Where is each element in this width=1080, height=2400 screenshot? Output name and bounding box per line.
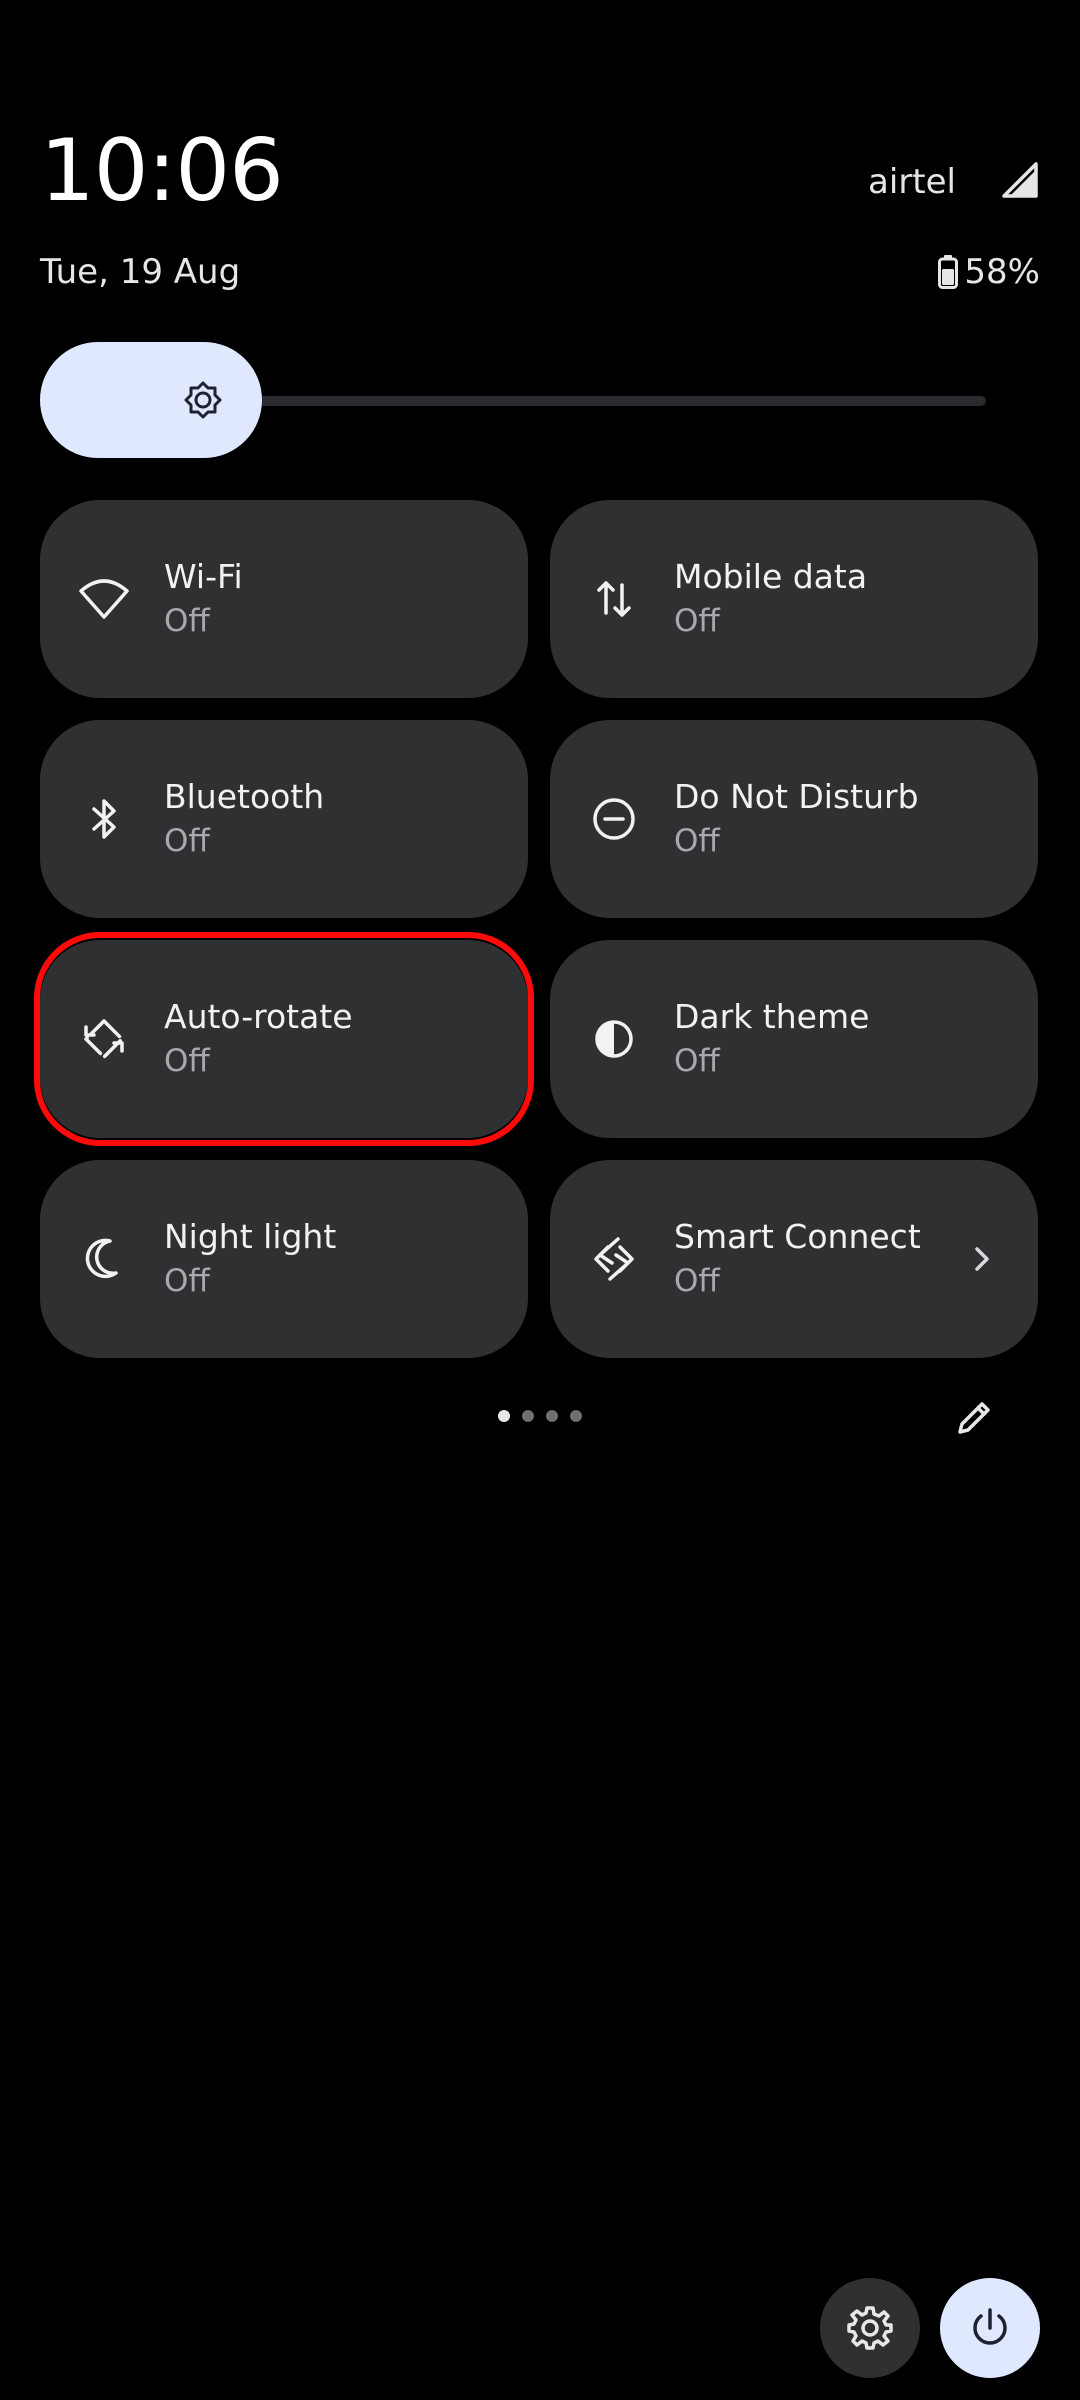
tile-label: Dark theme bbox=[674, 997, 870, 1036]
tile-label: Mobile data bbox=[674, 557, 868, 596]
page-dot bbox=[522, 1410, 534, 1422]
power-button[interactable] bbox=[940, 2278, 1040, 2378]
tile-state: Off bbox=[674, 1043, 720, 1079]
signal-icon bbox=[1002, 162, 1038, 198]
clock: 10:06 bbox=[40, 121, 284, 221]
battery-status: 58% bbox=[938, 252, 1040, 292]
tile-dark-theme[interactable]: Dark theme Off bbox=[550, 940, 1038, 1138]
tile-label: Auto-rotate bbox=[164, 997, 353, 1036]
tile-state: Off bbox=[164, 823, 210, 859]
do-not-disturb-icon bbox=[588, 793, 640, 845]
edit-pencil-icon[interactable] bbox=[952, 1396, 996, 1440]
battery-percent: 58% bbox=[964, 252, 1040, 292]
tile-label: Do Not Disturb bbox=[674, 777, 919, 816]
brightness-icon bbox=[184, 381, 222, 419]
mobile-data-icon bbox=[588, 573, 640, 625]
page-dot-active bbox=[498, 1410, 510, 1422]
tile-state: Off bbox=[674, 823, 720, 859]
tile-mobile-data[interactable]: Mobile data Off bbox=[550, 500, 1038, 698]
tile-do-not-disturb[interactable]: Do Not Disturb Off bbox=[550, 720, 1038, 918]
tile-label: Smart Connect bbox=[674, 1217, 921, 1256]
tile-label: Wi-Fi bbox=[164, 557, 243, 596]
tile-label: Night light bbox=[164, 1217, 337, 1256]
tile-night-light[interactable]: Night light Off bbox=[40, 1160, 528, 1358]
wifi-icon bbox=[78, 573, 130, 625]
night-light-icon bbox=[78, 1233, 130, 1285]
smart-connect-icon bbox=[588, 1233, 640, 1285]
tile-state: Off bbox=[674, 603, 720, 639]
tile-state: Off bbox=[164, 1263, 210, 1299]
carrier-name: airtel bbox=[868, 162, 956, 202]
power-icon bbox=[973, 2308, 1007, 2345]
tile-smart-connect[interactable]: Smart Connect Off bbox=[550, 1160, 1038, 1358]
dark-theme-icon bbox=[588, 1013, 640, 1065]
brightness-slider-handle[interactable] bbox=[40, 342, 262, 458]
tile-bluetooth[interactable]: Bluetooth Off bbox=[40, 720, 528, 918]
date: Tue, 19 Aug bbox=[40, 252, 241, 292]
battery-icon bbox=[938, 255, 959, 289]
tile-label: Bluetooth bbox=[164, 777, 325, 816]
page-dot bbox=[570, 1410, 582, 1422]
tile-state: Off bbox=[674, 1263, 720, 1299]
page-dot bbox=[546, 1410, 558, 1422]
tile-state: Off bbox=[164, 603, 210, 639]
gear-icon bbox=[847, 2306, 893, 2350]
chevron-right-icon[interactable] bbox=[966, 1243, 998, 1275]
tile-state: Off bbox=[164, 1043, 210, 1079]
bluetooth-icon bbox=[78, 793, 130, 845]
page-indicator bbox=[498, 1410, 582, 1422]
auto-rotate-icon bbox=[78, 1013, 130, 1065]
tile-wifi[interactable]: Wi-Fi Off bbox=[40, 500, 528, 698]
tile-auto-rotate[interactable]: Auto-rotate Off bbox=[40, 940, 528, 1138]
settings-button[interactable] bbox=[820, 2278, 920, 2378]
